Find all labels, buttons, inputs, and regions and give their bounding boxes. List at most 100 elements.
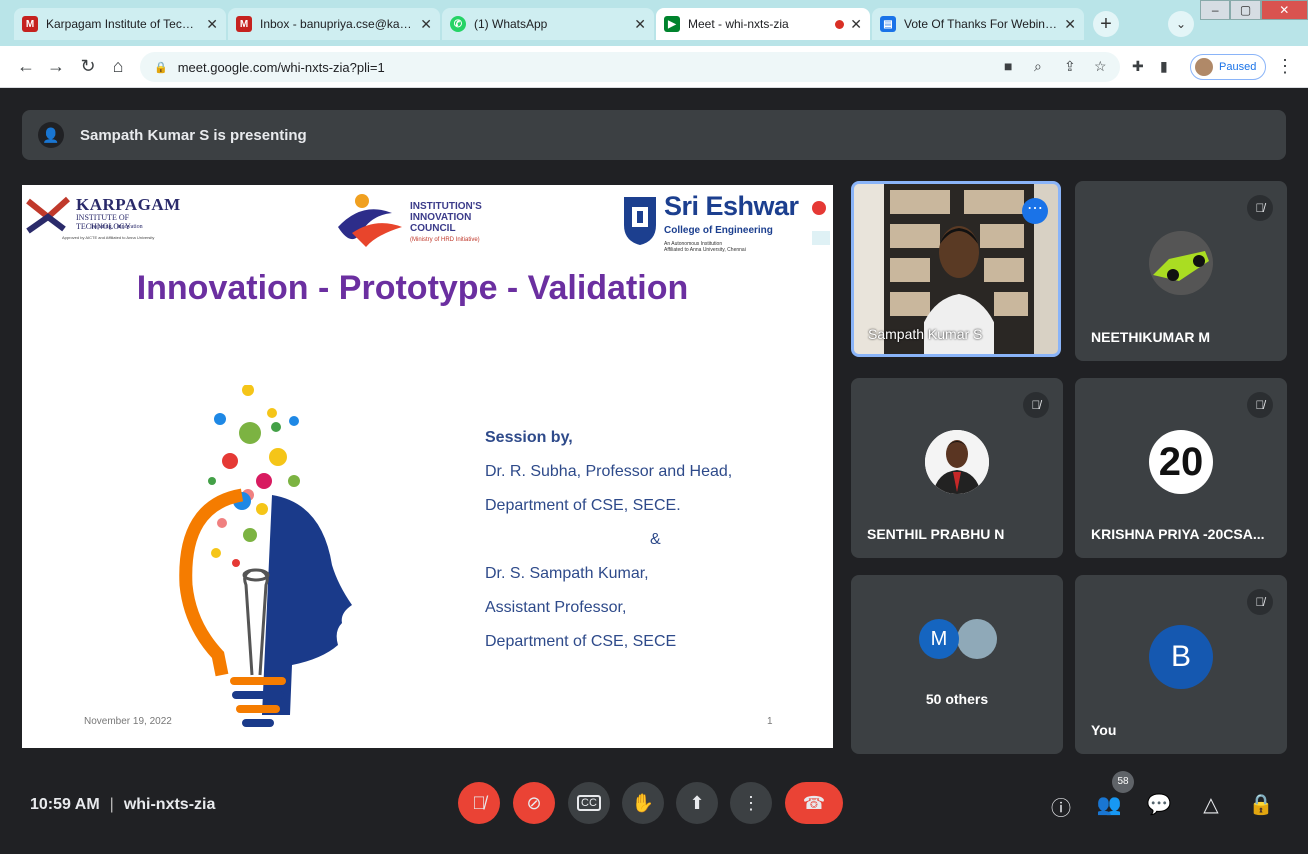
session-line: Assistant Professor,	[485, 599, 627, 616]
browser-menu-icon[interactable]: ⋮	[1276, 56, 1294, 77]
camera-toggle-button[interactable]: ⊘	[513, 782, 555, 824]
close-tab-icon[interactable]: ✕	[1064, 16, 1076, 33]
present-icon: ⬆	[689, 792, 705, 813]
gmail-icon: M	[236, 16, 252, 32]
lightbulb-head-illustration-icon	[179, 385, 352, 727]
minimize-button[interactable]: –	[1200, 0, 1231, 20]
separator: |	[109, 796, 114, 813]
browser-tab[interactable]: M Inbox - banupriya.cse@karpag ✕	[228, 8, 440, 40]
meeting-control-bar: 10:59 AM | whi-nxts-zia 🎙̸ ⊘ CC ✋ ⬆ ⋮ ☎ ⓘ …	[6, 768, 1302, 848]
mic-off-icon: 🎙̸	[472, 792, 486, 813]
present-button[interactable]: ⬆	[676, 782, 718, 824]
karpagam-affiliation: Approved by AICTE and Affiliated to Anna…	[62, 235, 155, 240]
address-bar[interactable]: 🔒 meet.google.com/whi-nxts-zia?pli=1	[140, 52, 1120, 82]
chat-icon[interactable]: 💬	[1144, 792, 1174, 817]
tab-title: (1) WhatsApp	[474, 17, 548, 31]
presentation-slide: KARPAGAM INSTITUTE OF TECHNOLOGY Inspiri…	[22, 185, 833, 748]
close-tab-icon[interactable]: ✕	[420, 16, 432, 33]
docs-icon: ▤	[880, 16, 896, 32]
self-tile[interactable]: 🎙̸ B You	[1075, 575, 1287, 754]
profile-avatar	[1195, 58, 1213, 76]
iic-emblem-icon	[338, 194, 402, 247]
browser-tab[interactable]: ✆ (1) WhatsApp ✕	[442, 8, 654, 40]
hangup-icon: ☎	[802, 792, 826, 813]
mic-toggle-button[interactable]: 🎙̸	[458, 782, 500, 824]
browser-tab-active[interactable]: ▶ Meet - whi-nxts-zia ✕	[656, 8, 870, 40]
participant-name: SENTHIL PRABHU N	[867, 526, 1005, 542]
hand-icon: ✋	[631, 792, 655, 813]
participant-tile[interactable]: 🎙̸ SENTHIL PRABHU N	[851, 378, 1063, 558]
karpagam-emblem-icon	[26, 196, 71, 234]
profile-button[interactable]: Paused	[1190, 54, 1266, 80]
presenting-banner: 👤 Sampath Kumar S is presenting	[22, 110, 1286, 160]
home-icon[interactable]: ⌂	[106, 56, 130, 77]
browser-tab[interactable]: ▤ Vote Of Thanks For Webinar, I ✕	[872, 8, 1084, 40]
new-tab-button[interactable]: +	[1093, 11, 1119, 37]
sidepanel-icon[interactable]: ▮	[1160, 58, 1168, 75]
back-icon[interactable]: ←	[14, 56, 38, 77]
host-controls-icon[interactable]: 🔒	[1246, 792, 1276, 817]
nba-badge-icon	[812, 231, 830, 245]
participant-name: NEETHIKUMAR M	[1091, 329, 1210, 345]
presenting-text: Sampath Kumar S is presenting	[80, 126, 307, 144]
slide-page-number: 1	[767, 716, 773, 727]
browser-tab[interactable]: M Karpagam Institute of Technolo ✕	[14, 8, 226, 40]
presenter-icon: 👤	[38, 122, 64, 148]
tab-title: Vote Of Thanks For Webinar, I	[904, 17, 1059, 31]
more-options-button[interactable]: ⋮	[730, 782, 772, 824]
tab-title: Karpagam Institute of Technolo	[46, 17, 201, 31]
extensions-icon[interactable]: ✚	[1132, 58, 1144, 75]
avatar-letter: B	[1170, 640, 1191, 673]
session-line: Dr. S. Sampath Kumar,	[485, 565, 649, 582]
camera-in-use-icon[interactable]: ■	[1004, 58, 1012, 74]
mic-muted-icon: 🎙̸	[1023, 392, 1049, 418]
close-tab-icon[interactable]: ✕	[850, 16, 862, 33]
karpagam-logo: KARPAGAM INSTITUTE OF TECHNOLOGY Inspiri…	[24, 191, 184, 241]
people-icon[interactable]: 👥	[1094, 792, 1124, 817]
mic-muted-icon: 🎙̸	[1247, 392, 1273, 418]
zoom-icon[interactable]: ⌕	[1034, 58, 1042, 75]
sece-subtitle: College of Engineering	[664, 225, 773, 236]
close-tab-icon[interactable]: ✕	[634, 16, 646, 33]
close-window-button[interactable]: ✕	[1260, 0, 1308, 20]
leave-call-button[interactable]: ☎	[785, 782, 843, 824]
recording-dot-icon	[835, 19, 845, 29]
maximize-button[interactable]: ▢	[1230, 0, 1261, 20]
tab-search-icon[interactable]: ⌄	[1168, 11, 1194, 37]
slide-date: November 19, 2022	[84, 716, 172, 727]
close-tab-icon[interactable]: ✕	[206, 16, 218, 33]
more-options-icon[interactable]: ⋯	[1022, 198, 1048, 224]
participant-tile[interactable]: 🎙̸ NEETHIKUMAR M	[1075, 181, 1287, 361]
meeting-code: whi-nxts-zia	[123, 796, 216, 813]
participant-avatar	[1149, 231, 1213, 295]
captions-button[interactable]: CC	[568, 782, 610, 824]
gmail-icon: M	[22, 16, 38, 32]
reload-icon[interactable]: ↻	[76, 56, 100, 77]
activities-icon[interactable]: △	[1196, 792, 1226, 817]
person-photo-avatar	[925, 430, 989, 494]
mic-muted-icon: 🎙̸	[1247, 589, 1273, 615]
karpagam-tagline: Inspiring · Innovation	[90, 224, 143, 230]
session-line: Dr. R. Subha, Professor and Head,	[485, 463, 733, 480]
sece-affiliation: Affiliated to Anna University, Chennai	[664, 247, 746, 253]
camera-off-icon: ⊘	[526, 792, 542, 813]
session-heading: Session by,	[485, 429, 573, 446]
participant-avatar: 20	[1149, 430, 1213, 494]
self-avatar: B	[1149, 625, 1213, 689]
raise-hand-button[interactable]: ✋	[622, 782, 664, 824]
meeting-details-icon[interactable]: ⓘ	[1046, 792, 1076, 821]
participant-tile-video[interactable]: ⋯ Sampath Kumar S	[851, 181, 1061, 357]
participant-avatar	[925, 430, 989, 494]
mic-muted-icon: 🎙̸	[1247, 195, 1273, 221]
bookmark-star-icon[interactable]: ☆	[1094, 58, 1107, 75]
forward-icon[interactable]: →	[44, 56, 68, 77]
participant-tile[interactable]: 🎙̸ 20 KRISHNA PRIYA -20CSA...	[1075, 378, 1287, 558]
share-icon[interactable]: ⇪	[1064, 58, 1076, 75]
iic-line: INNOVATION	[410, 212, 472, 223]
lock-icon: 🔒	[154, 61, 168, 74]
whatsapp-icon: ✆	[450, 16, 466, 32]
participant-avatar-photo	[957, 619, 997, 659]
sece-shield-icon	[624, 197, 656, 245]
session-line: &	[650, 531, 661, 548]
others-tile[interactable]: M 50 others	[851, 575, 1063, 754]
